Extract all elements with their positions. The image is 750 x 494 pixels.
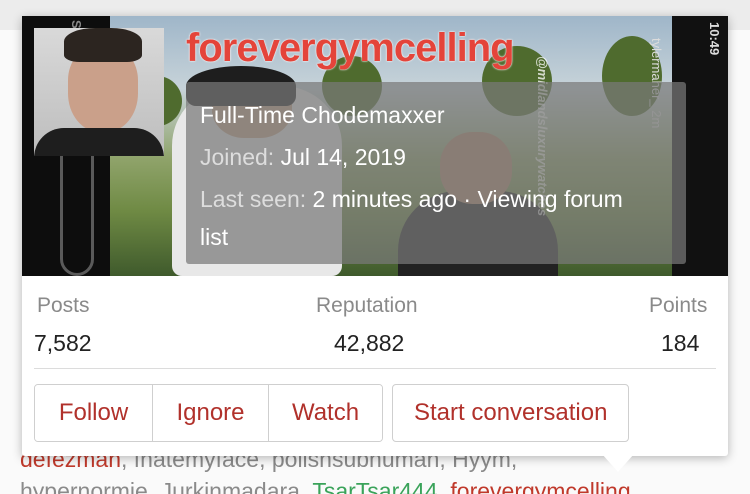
avatar[interactable]: [34, 28, 164, 156]
avatar-shirt: [34, 128, 164, 156]
phone-clock-text: 10:49: [707, 22, 722, 56]
avatar-hair: [64, 28, 142, 62]
last-seen-label: Last seen:: [200, 186, 307, 212]
member-list-text[interactable]: hypernormie, Jurkinmadara,: [20, 478, 312, 494]
online-members-line-2: hypernormie, Jurkinmadara, TsarTsar444, …: [20, 478, 631, 494]
reputation-label: Reputation: [316, 294, 418, 317]
last-seen-row: Last seen: 2 minutes ago · Viewing forum: [200, 186, 623, 213]
user-info-box: Full-Time Chodemaxxer Joined: Jul 14, 20…: [186, 82, 686, 264]
member-link[interactable]: TsarTsar444: [312, 478, 437, 494]
member-tooltip-card: S 10:49 tylermaher_ 2m @midlandsluxurywa…: [22, 16, 728, 472]
ignore-button[interactable]: Ignore: [152, 385, 268, 441]
start-conversation-button[interactable]: Start conversation: [392, 384, 630, 442]
points-value[interactable]: 184: [661, 330, 699, 357]
tooltip-pointer: [602, 454, 634, 472]
watch-button[interactable]: Watch: [268, 385, 382, 441]
username-link[interactable]: forevergymcelling: [186, 26, 515, 71]
follow-button[interactable]: Follow: [35, 385, 152, 441]
reputation-value: 42,882: [334, 330, 405, 356]
user-stats: Posts 7,582 Reputation 42,882 Points 184: [22, 276, 728, 372]
last-seen-value: 2 minutes ago · Viewing forum: [312, 186, 623, 212]
user-title: Full-Time Chodemaxxer: [200, 102, 445, 128]
last-seen-continued: list: [200, 224, 229, 250]
joined-label: Joined:: [200, 144, 275, 170]
posts-value[interactable]: 7,582: [34, 330, 92, 357]
joined-row: Joined: Jul 14, 2019: [200, 144, 406, 171]
separator: ,: [437, 478, 451, 494]
divider: [34, 368, 716, 369]
posts-label: Posts: [37, 294, 90, 317]
joined-date: Jul 14, 2019: [280, 144, 406, 170]
member-action-buttons: Follow Ignore Watch: [34, 384, 383, 442]
member-link[interactable]: forevergymcelling: [450, 478, 630, 494]
points-label: Points: [649, 294, 708, 317]
